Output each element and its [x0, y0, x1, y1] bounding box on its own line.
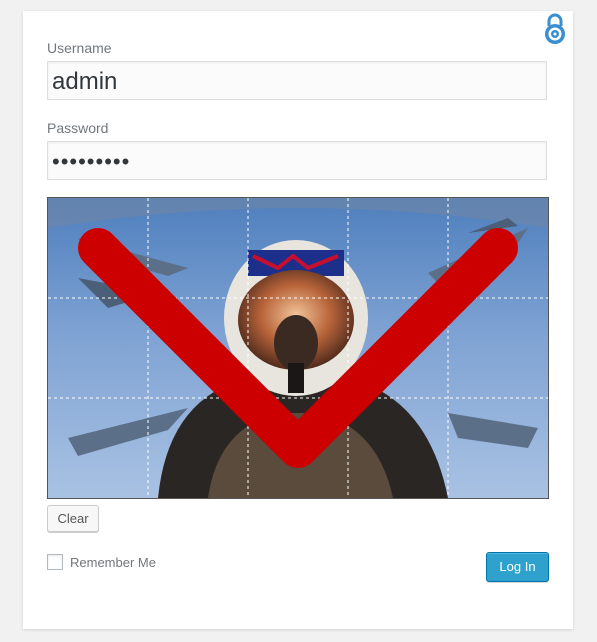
- clear-button[interactable]: Clear: [47, 505, 99, 532]
- padlock-icon[interactable]: [543, 13, 567, 45]
- picture-password-grid[interactable]: [47, 197, 549, 499]
- username-field[interactable]: admin: [47, 61, 547, 100]
- password-field[interactable]: •••••••••: [47, 141, 547, 180]
- username-label: Username: [47, 40, 112, 56]
- login-button[interactable]: Log In: [486, 552, 549, 582]
- password-label: Password: [47, 120, 109, 136]
- remember-me-label[interactable]: Remember Me: [70, 555, 156, 570]
- remember-me-checkbox[interactable]: [47, 554, 63, 570]
